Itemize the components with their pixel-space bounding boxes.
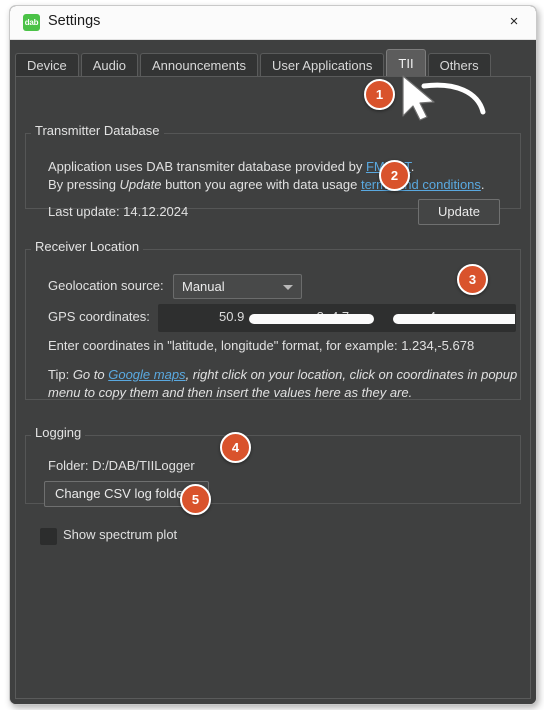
window-titlebar: dab Settings × xyxy=(10,6,536,40)
tab-bar: Device Audio Announcements User Applicat… xyxy=(15,49,493,77)
tip-goto: Go to xyxy=(72,367,109,382)
tip-prefix: Tip: xyxy=(48,367,73,382)
gps-coordinates-input[interactable]: 50.900000000008, 4.7000000000004 xyxy=(158,304,516,332)
google-maps-link[interactable]: Google maps xyxy=(108,367,185,382)
callout-badge-4: 4 xyxy=(220,432,251,463)
callout-badge-5: 5 xyxy=(180,484,211,515)
tip-line2: menu to copy them and then insert the va… xyxy=(48,385,413,400)
transmitter-db-line1-prefix: Application uses DAB transmiter database… xyxy=(48,159,366,174)
transmitter-db-line1: Application uses DAB transmiter database… xyxy=(48,159,414,174)
transmitter-db-line2-prefix: By pressing xyxy=(48,177,120,192)
geolocation-source-label: Geolocation source: xyxy=(48,278,164,293)
transmitter-db-line1-suffix: . xyxy=(410,159,415,174)
tip-line1: Tip: Go to Google maps, right click on y… xyxy=(48,367,517,382)
redaction-bar-latitude xyxy=(249,314,374,324)
window-title: Settings xyxy=(48,13,101,29)
group-title-transmitter-database: Transmitter Database xyxy=(31,123,164,138)
show-spectrum-plot-checkbox[interactable] xyxy=(40,528,57,545)
last-update-label: Last update: 14.12.2024 xyxy=(48,204,189,219)
update-button[interactable]: Update xyxy=(418,199,500,225)
tab-tii[interactable]: TII xyxy=(386,49,426,77)
group-title-logging: Logging xyxy=(31,425,86,440)
screenshot-root: dab Settings × Device Audio Announcement… xyxy=(0,0,544,710)
window-body: Device Audio Announcements User Applicat… xyxy=(10,40,536,704)
group-title-receiver-location: Receiver Location xyxy=(31,239,144,254)
gps-lat-visible: 50.9 xyxy=(219,309,245,324)
callout-badge-3: 3 xyxy=(457,264,488,295)
tab-announcements[interactable]: Announcements xyxy=(140,53,258,77)
transmitter-db-line2-mid: button you agree with data usage xyxy=(161,177,361,192)
tab-others[interactable]: Others xyxy=(427,53,491,77)
close-icon[interactable]: × xyxy=(492,6,536,38)
dab-app-icon: dab xyxy=(23,14,40,31)
coordinates-format-hint: Enter coordinates in "latitude, longitud… xyxy=(48,338,475,353)
tip-rest: , right click on your location, click on… xyxy=(185,367,518,382)
transmitter-db-line2-suffix: . xyxy=(480,177,485,192)
gps-coordinates-label: GPS coordinates: xyxy=(48,309,150,324)
chevron-down-icon xyxy=(283,285,293,290)
update-word-italic: Update xyxy=(119,177,162,192)
callout-badge-2: 2 xyxy=(379,160,410,191)
settings-window: dab Settings × Device Audio Announcement… xyxy=(9,5,537,705)
transmitter-db-line2: By pressing Update button you agree with… xyxy=(48,177,485,192)
redaction-bar-longitude xyxy=(393,314,515,324)
geolocation-source-value: Manual xyxy=(182,279,225,294)
show-spectrum-plot-label: Show spectrum plot xyxy=(63,527,178,542)
tab-user-applications[interactable]: User Applications xyxy=(259,53,385,77)
callout-badge-1: 1 xyxy=(364,79,395,110)
tab-audio[interactable]: Audio xyxy=(80,53,138,77)
geolocation-source-select[interactable]: Manual xyxy=(173,274,302,299)
tab-device[interactable]: Device xyxy=(15,53,79,77)
log-folder-label: Folder: D:/DAB/TIILogger xyxy=(48,458,195,473)
